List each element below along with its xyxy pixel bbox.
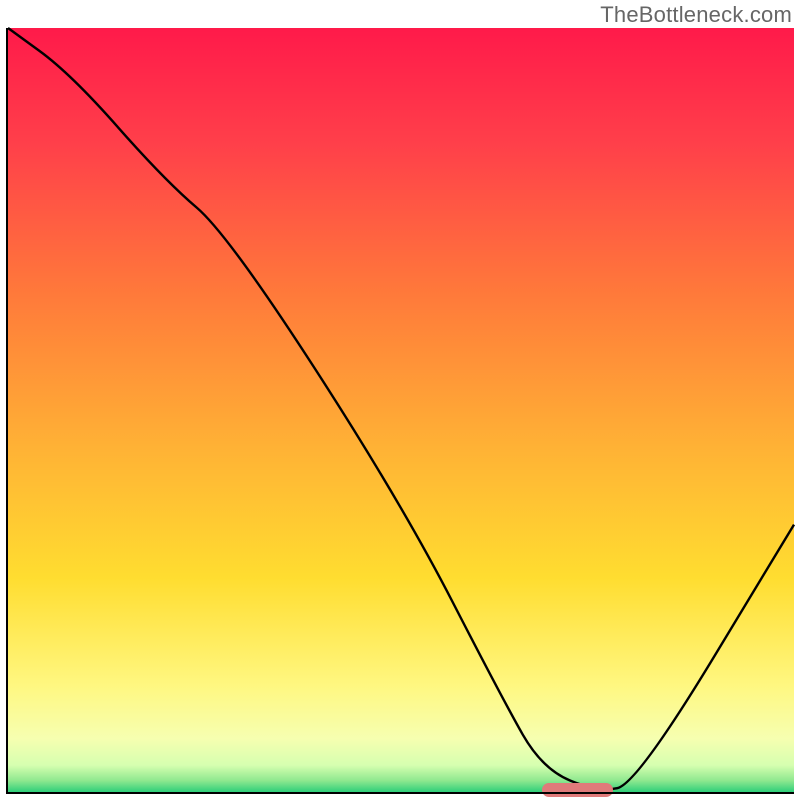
watermark-text: TheBottleneck.com <box>600 2 792 28</box>
chart-frame: TheBottleneck.com <box>0 0 800 800</box>
axes-border <box>6 28 794 794</box>
